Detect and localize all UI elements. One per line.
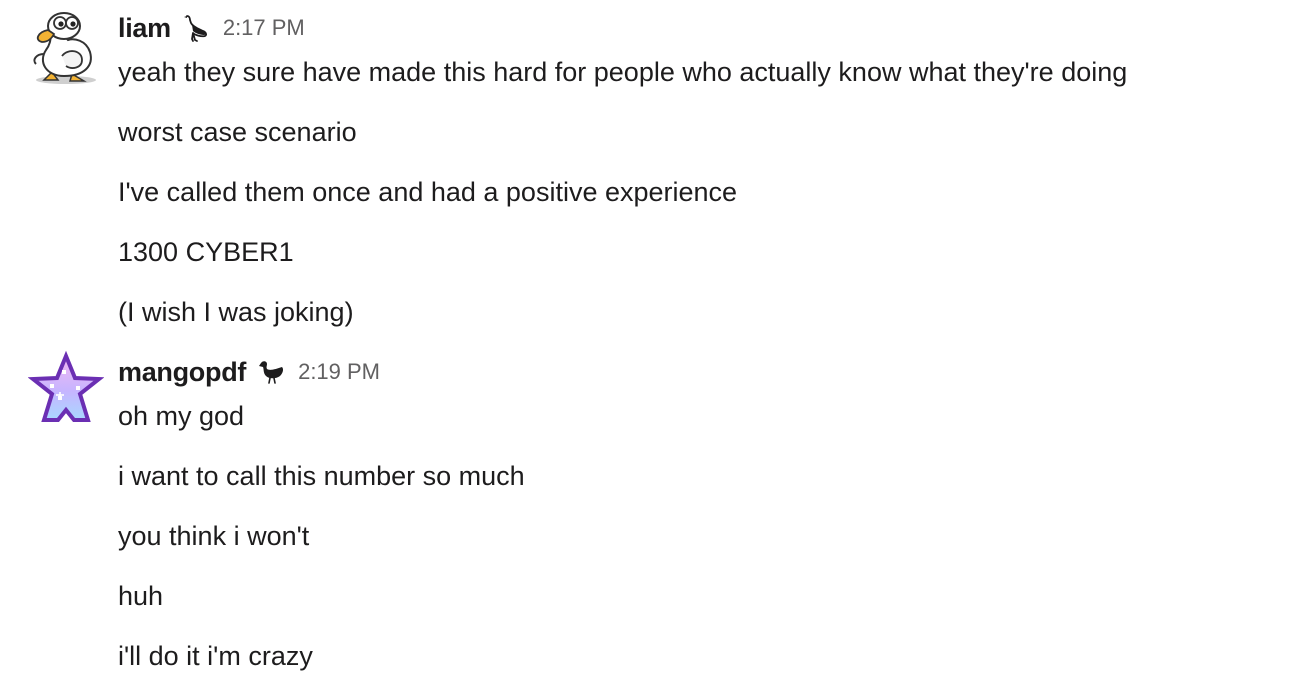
- duck-avatar-icon[interactable]: [28, 10, 104, 86]
- message-list: oh my god i want to call this number so …: [118, 398, 525, 698]
- message-text: worst case scenario: [118, 117, 357, 147]
- author-name[interactable]: liam: [118, 13, 171, 44]
- duck-silhouette-icon[interactable]: [256, 357, 286, 387]
- message-text: huh: [118, 581, 164, 611]
- message-text: 1300 CYBER1: [118, 237, 294, 267]
- wading-bird-icon[interactable]: [181, 13, 211, 43]
- message-text: i want to call this number so much: [118, 461, 525, 491]
- author-name[interactable]: mangopdf: [118, 357, 246, 388]
- message-header: mangopdf 2:19 PM: [118, 350, 380, 394]
- message-timestamp[interactable]: 2:19 PM: [298, 359, 380, 385]
- message-text: i'll do it i'm crazy: [118, 641, 313, 671]
- message-timestamp[interactable]: 2:17 PM: [223, 15, 305, 41]
- message-text: I've called them once and had a positive…: [118, 177, 738, 207]
- message-list: yeah they sure have made this hard for p…: [118, 54, 1127, 354]
- message-header: liam 2:17 PM: [118, 6, 305, 50]
- message-text: (I wish I was joking): [118, 297, 354, 327]
- message-text: you think i won't: [118, 521, 310, 551]
- pixel-star-avatar-icon[interactable]: [27, 350, 105, 426]
- message-text: yeah they sure have made this hard for p…: [118, 57, 1128, 87]
- message-text: oh my god: [118, 401, 245, 431]
